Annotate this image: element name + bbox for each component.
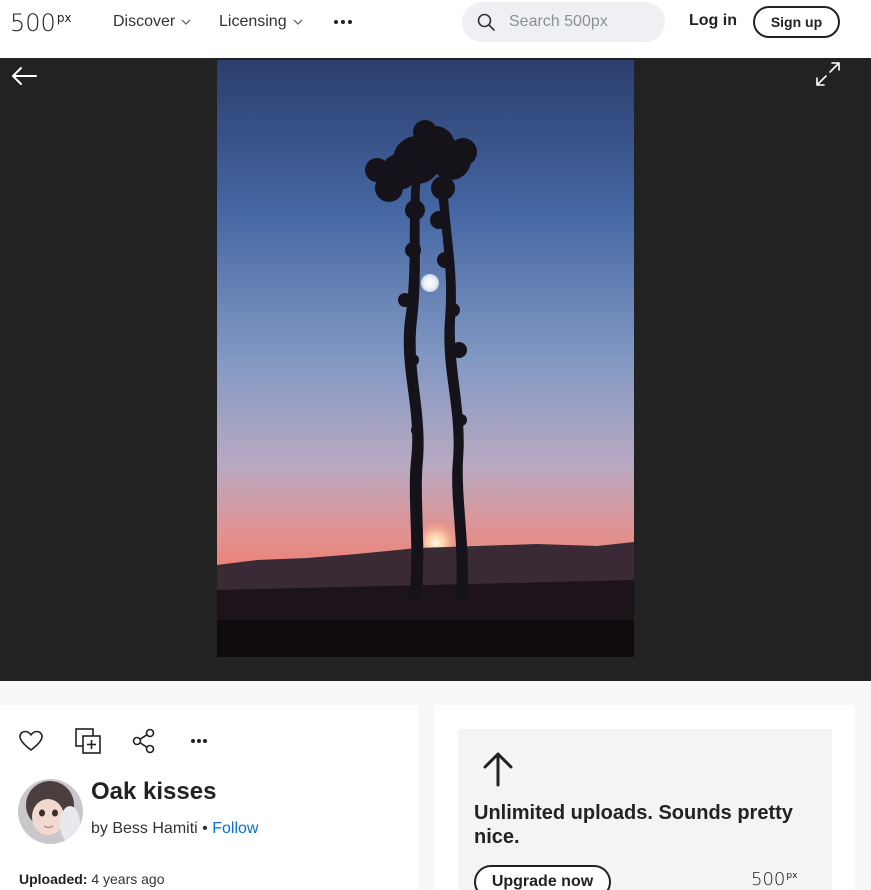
author-avatar[interactable] (18, 779, 83, 844)
follow-link[interactable]: Follow (212, 820, 258, 837)
arrow-up-icon (483, 752, 513, 787)
search-box (462, 2, 665, 42)
more-dots-icon[interactable] (334, 12, 352, 32)
expand-icon[interactable] (814, 60, 842, 88)
promo-headline: Unlimited uploads. Sounds pretty nice. (474, 802, 793, 848)
main-photo[interactable] (217, 60, 634, 657)
photo-info-card: Oak kisses by Bess Hamiti • Follow Uploa… (0, 705, 418, 890)
nav-licensing-label: Licensing (219, 13, 287, 30)
photo-stage (0, 58, 871, 681)
separator-dot: • (202, 820, 208, 837)
logo-text: 500 (10, 9, 56, 37)
uploaded-value: 4 years ago (91, 871, 165, 887)
search-input[interactable] (509, 13, 649, 31)
nav-discover[interactable]: Discover (113, 12, 191, 32)
login-link[interactable]: Log in (689, 12, 737, 30)
logo-superscript: px (56, 11, 72, 25)
upgrade-now-button[interactable]: Upgrade now (474, 865, 611, 890)
nav-licensing[interactable]: Licensing (219, 12, 303, 32)
by-prefix: by (91, 820, 108, 837)
signup-button[interactable]: Sign up (753, 6, 840, 38)
avatar-image (18, 779, 83, 844)
author-name[interactable]: Bess Hamiti (112, 820, 197, 837)
uploaded-label: Uploaded: (19, 871, 88, 887)
photo-title: Oak kisses (91, 778, 217, 805)
heart-icon[interactable] (17, 727, 45, 755)
arrow-left-icon[interactable] (10, 64, 38, 88)
upgrade-card: Unlimited uploads. Sounds pretty nice. U… (434, 705, 855, 890)
promo-logo: 500 px (751, 870, 797, 890)
author-byline: by Bess Hamiti • Follow (91, 820, 258, 838)
chevron-down-icon (293, 19, 303, 25)
photo-image (217, 60, 634, 657)
site-logo[interactable]: 500 px (10, 9, 72, 37)
chevron-down-icon (181, 19, 191, 25)
promo-logo-text: 500 (751, 869, 786, 890)
more-dots-icon[interactable] (186, 727, 214, 755)
promo-logo-superscript: px (786, 871, 798, 881)
upgrade-promo: Unlimited uploads. Sounds pretty nice. U… (458, 729, 832, 890)
search-icon (477, 13, 495, 31)
uploaded-info: Uploaded: 4 years ago (19, 871, 165, 887)
add-gallery-icon[interactable] (74, 727, 102, 755)
share-icon[interactable] (130, 727, 158, 755)
top-header: 500 px Discover Licensing Log in Sign up (0, 0, 871, 58)
nav-discover-label: Discover (113, 13, 176, 30)
